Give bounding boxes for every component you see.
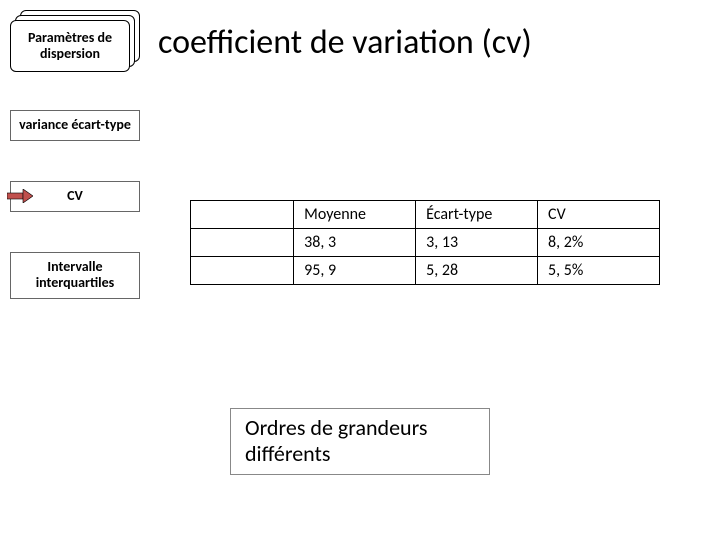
- stack-label: Paramètres de dispersion: [15, 30, 125, 62]
- table-row: 95, 9 5, 28 5, 5%: [191, 257, 660, 285]
- table-row: 38, 3 3, 13 8, 2%: [191, 229, 660, 257]
- sidebar-item-cv: CV: [10, 181, 140, 212]
- sidebar-item-label: variance écart-type: [19, 116, 131, 133]
- table-row: Moyenne Écart-type CV: [191, 201, 660, 229]
- table-cell-blank: [191, 229, 294, 257]
- table-header: Écart-type: [416, 201, 538, 229]
- table-cell: 5, 5%: [538, 257, 660, 285]
- data-table: Moyenne Écart-type CV 38, 3 3, 13 8, 2% …: [190, 200, 660, 285]
- callout-text: Ordres de grandeurs différents: [245, 414, 428, 467]
- table-header: Moyenne: [294, 201, 416, 229]
- table-cell-blank: [191, 201, 294, 229]
- sidebar-item-label: Intervalle interquartiles: [36, 258, 115, 292]
- table-header: CV: [538, 201, 660, 229]
- sidebar: variance écart-type CV Intervalle interq…: [10, 110, 140, 339]
- sidebar-item-label: CV: [67, 187, 83, 204]
- callout-box: Ordres de grandeurs différents: [230, 408, 490, 475]
- stack-card-front: Paramètres de dispersion: [10, 20, 130, 72]
- page-title: coefficient de variation (cv): [158, 22, 532, 63]
- table-cell: 3, 13: [416, 229, 538, 257]
- table-cell: 5, 28: [416, 257, 538, 285]
- table-cell: 95, 9: [294, 257, 416, 285]
- table-cell: 38, 3: [294, 229, 416, 257]
- table-cell-blank: [191, 257, 294, 285]
- arrow-right-icon: [7, 189, 33, 203]
- topic-card-stack: Paramètres de dispersion: [10, 10, 140, 74]
- table-cell: 8, 2%: [538, 229, 660, 257]
- sidebar-item-iqr: Intervalle interquartiles: [10, 252, 140, 300]
- sidebar-item-variance: variance écart-type: [10, 110, 140, 141]
